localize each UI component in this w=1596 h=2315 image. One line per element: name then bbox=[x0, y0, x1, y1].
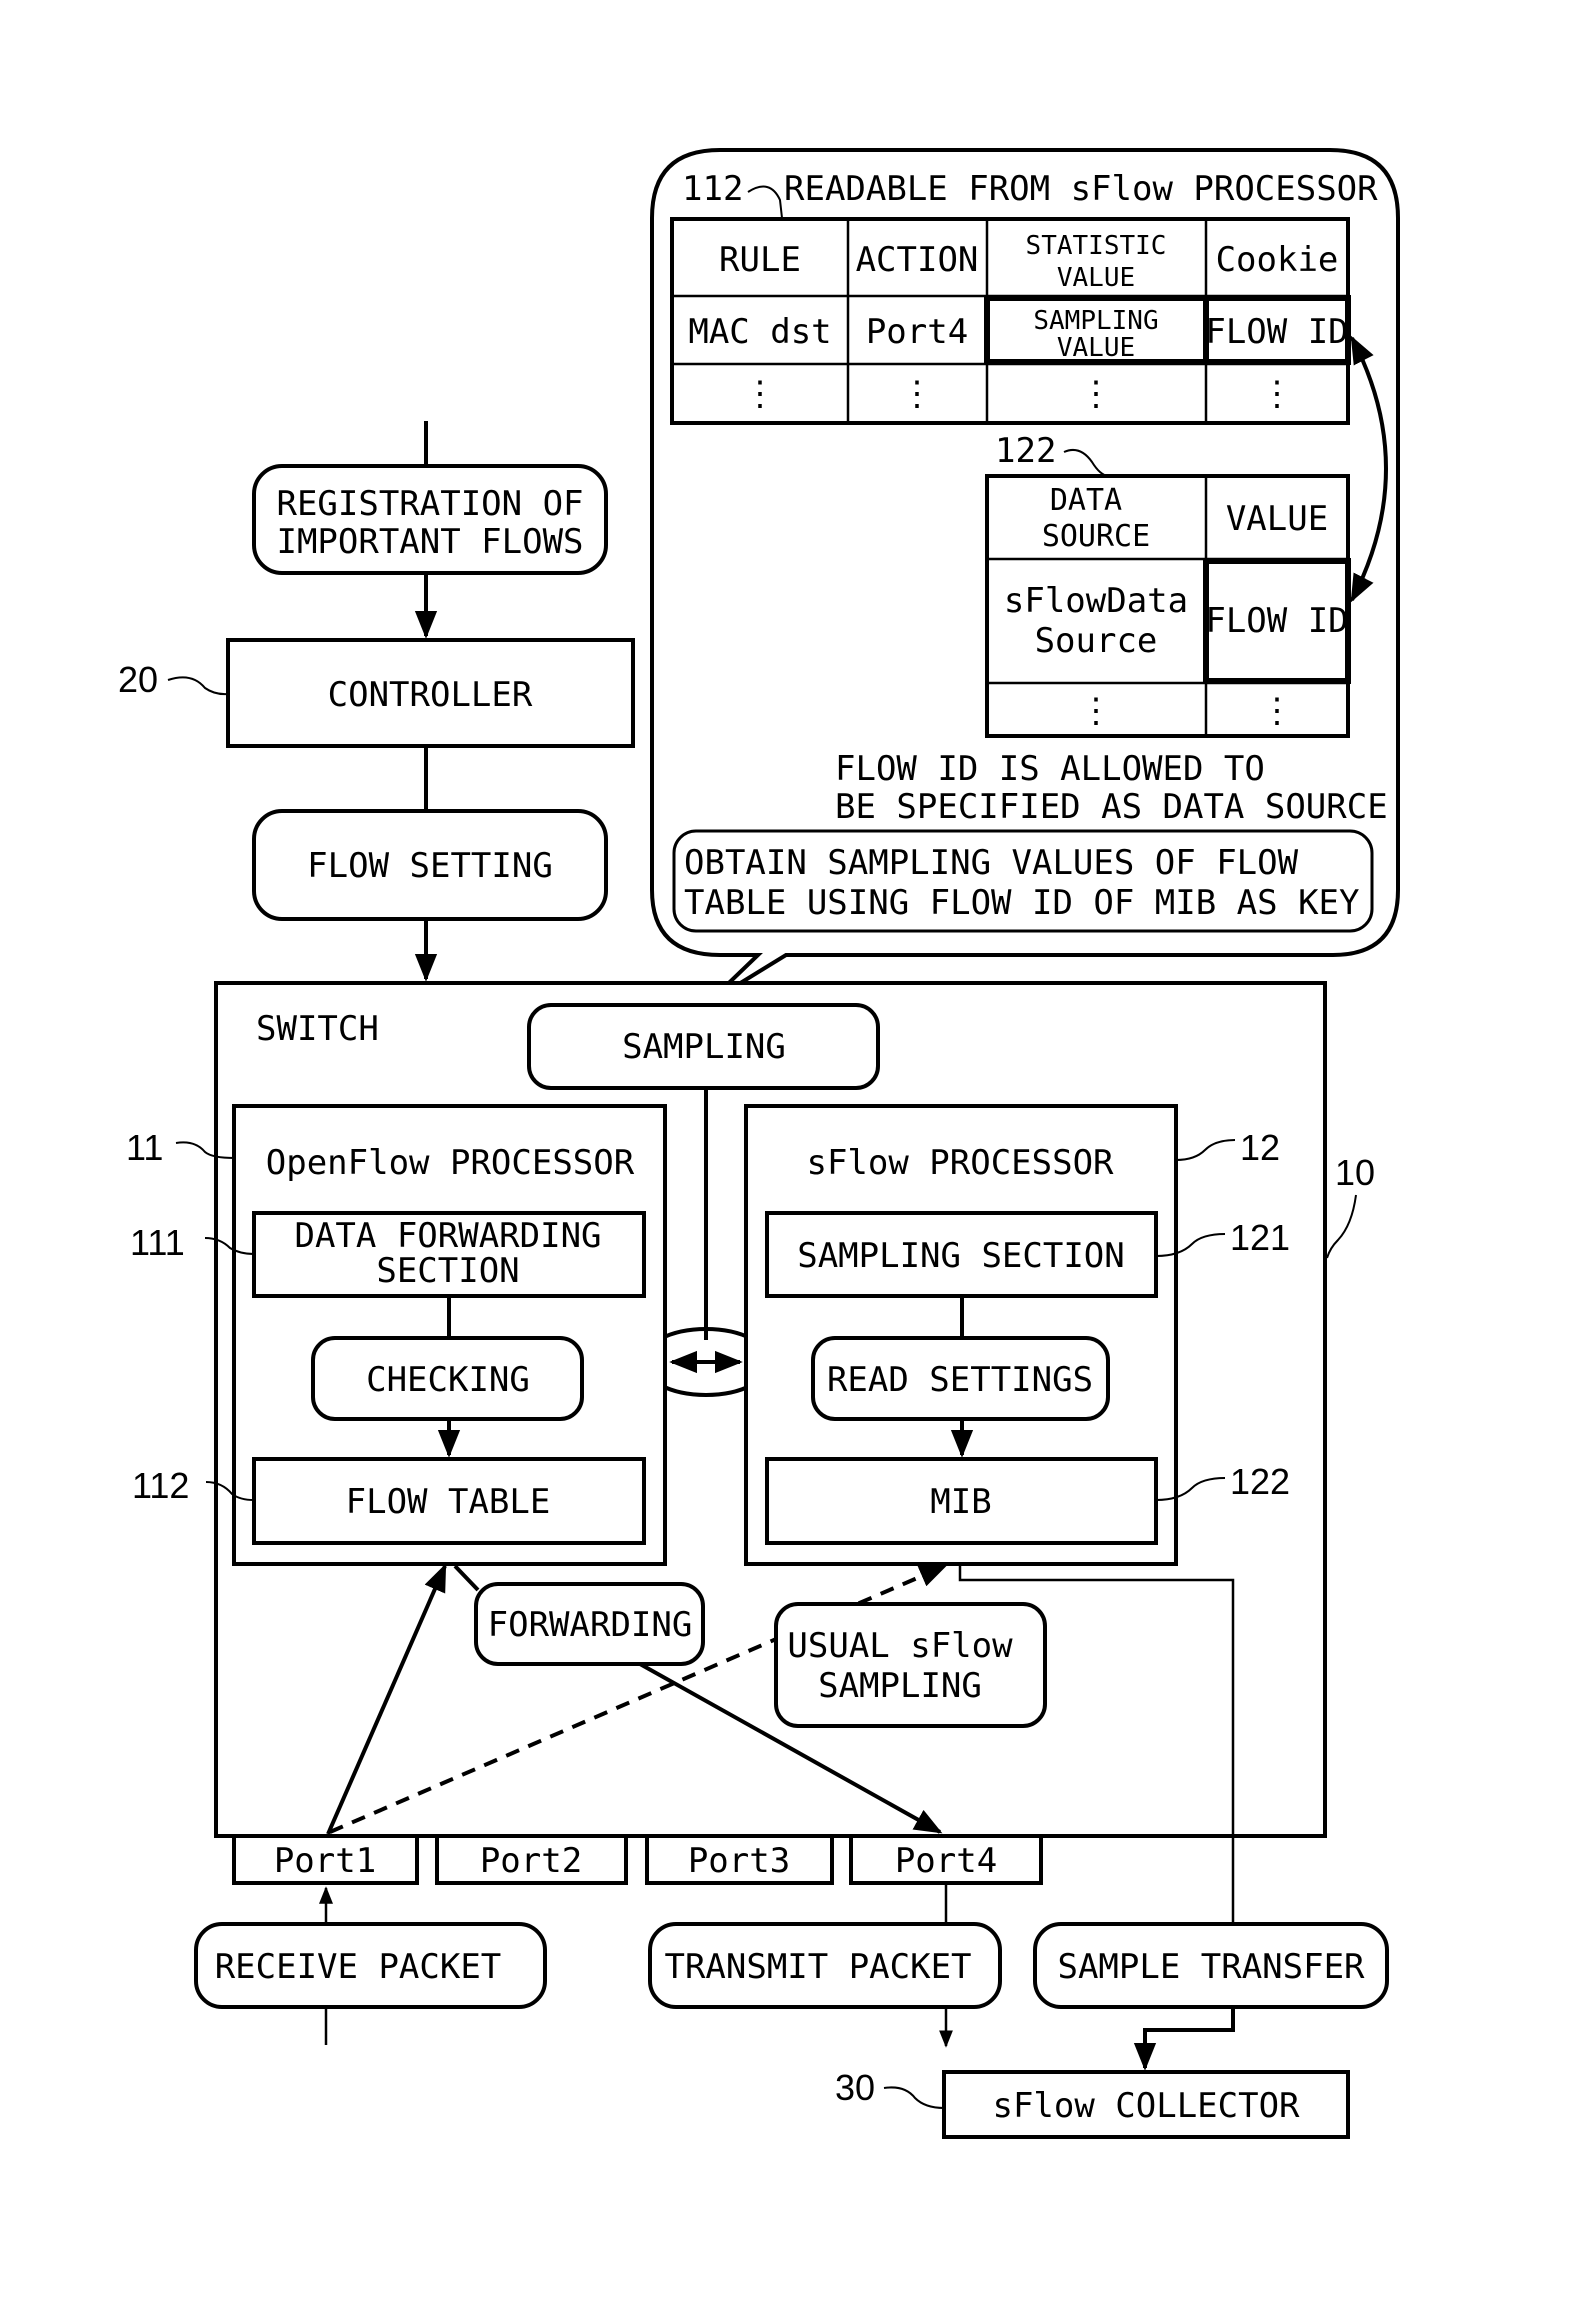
obtain-line-1: OBTAIN SAMPLING VALUES OF FLOW bbox=[684, 843, 1299, 883]
switch: SWITCH 10 SAMPLING 11 OpenFlow PROCESSOR… bbox=[126, 981, 1375, 1924]
ref-30: 30 bbox=[835, 2067, 875, 2108]
ref-11: 11 bbox=[126, 1127, 163, 1168]
port4-label: Port4 bbox=[895, 1841, 997, 1881]
cell-port4: Port4 bbox=[866, 312, 968, 352]
switch-label: SWITCH bbox=[256, 1009, 379, 1049]
cell-flow-id: FLOW ID bbox=[1205, 312, 1348, 352]
ellipsis: ⋮ bbox=[900, 374, 934, 414]
sample-transfer-to-collector-arrow bbox=[1133, 2007, 1235, 2071]
usual-sflow-line-2: SAMPLING bbox=[818, 1666, 982, 1706]
sample-transfer-label: SAMPLE TRANSFER bbox=[1057, 1947, 1365, 1987]
port2-label: Port2 bbox=[480, 1841, 582, 1881]
cell-mib-flow-id: FLOW ID bbox=[1205, 601, 1348, 641]
leader-122-bubble bbox=[1063, 449, 1109, 477]
obtain-line-2: TABLE USING FLOW ID OF MIB AS KEY bbox=[684, 883, 1360, 923]
ellipsis: ⋮ bbox=[743, 374, 777, 414]
ref-122-bubble: 122 bbox=[995, 431, 1056, 471]
cell-sampling: SAMPLING bbox=[1033, 306, 1158, 336]
cell-sampling-value: VALUE bbox=[1057, 333, 1135, 363]
transmit-packet-label: TRANSMIT PACKET bbox=[664, 1947, 971, 1987]
data-forwarding-line-1: DATA FORWARDING bbox=[294, 1216, 601, 1256]
leader-30 bbox=[883, 2086, 945, 2109]
header-statistic: STATISTIC bbox=[1026, 231, 1167, 261]
leader-10 bbox=[1326, 1194, 1357, 1259]
controller-label: CONTROLLER bbox=[328, 675, 533, 715]
cell-source: Source bbox=[1035, 621, 1158, 661]
checking-label: CHECKING bbox=[366, 1360, 530, 1400]
leader-112-bubble bbox=[747, 185, 783, 219]
port3-label: Port3 bbox=[688, 1841, 790, 1881]
sflow-label: sFlow PROCESSOR bbox=[806, 1143, 1114, 1183]
ellipsis: ⋮ bbox=[1260, 374, 1294, 414]
ellipsis: ⋮ bbox=[1079, 691, 1113, 731]
flow-table-detail: RULE ACTION STATISTIC VALUE Cookie MAC d… bbox=[670, 217, 1351, 425]
flow-table-label: FLOW TABLE bbox=[346, 1482, 551, 1522]
data-forwarding-line-2: SECTION bbox=[376, 1251, 519, 1291]
usual-sflow-line-1: USUAL sFlow bbox=[787, 1626, 1013, 1666]
forwarding-label: FORWARDING bbox=[488, 1605, 693, 1645]
ref-112: 112 bbox=[132, 1465, 189, 1506]
ref-12: 12 bbox=[1240, 1127, 1280, 1168]
openflow-label: OpenFlow PROCESSOR bbox=[266, 1143, 635, 1183]
ref-122: 122 bbox=[1230, 1461, 1290, 1502]
header-source: SOURCE bbox=[1042, 519, 1150, 554]
header-action: ACTION bbox=[856, 240, 979, 280]
cell-mac-dst: MAC dst bbox=[688, 312, 831, 352]
header-rule: RULE bbox=[719, 240, 801, 280]
note-line-1: FLOW ID IS ALLOWED TO bbox=[835, 749, 1265, 789]
header-cookie: Cookie bbox=[1216, 240, 1339, 280]
ellipsis: ⋮ bbox=[1079, 374, 1113, 414]
ref-111: 111 bbox=[130, 1222, 185, 1263]
port1-label: Port1 bbox=[274, 1841, 376, 1881]
ports: Port1 Port2 Port3 Port4 bbox=[232, 1834, 1043, 1885]
header-statistic-value: VALUE bbox=[1057, 263, 1135, 293]
header-data: DATA bbox=[1050, 483, 1122, 518]
sflow-collector-label: sFlow COLLECTOR bbox=[992, 2086, 1300, 2126]
sflow-openflow-diagram: 112 READABLE FROM sFlow PROCESSOR RULE A… bbox=[118, 148, 1400, 2139]
header-value: VALUE bbox=[1226, 499, 1328, 539]
ref-112-bubble: 112 bbox=[682, 169, 743, 209]
flow-setting-label: FLOW SETTING bbox=[307, 846, 553, 886]
registration-line-2: IMPORTANT FLOWS bbox=[276, 522, 583, 562]
readable-bubble: 112 READABLE FROM sFlow PROCESSOR RULE A… bbox=[650, 148, 1400, 1005]
ref-121: 121 bbox=[1230, 1217, 1290, 1258]
sampling-label: SAMPLING bbox=[622, 1027, 786, 1067]
bubble-title: READABLE FROM sFlow PROCESSOR bbox=[784, 169, 1378, 209]
leader-20 bbox=[167, 676, 229, 696]
ellipsis: ⋮ bbox=[1260, 691, 1294, 731]
registration-line-1: REGISTRATION OF bbox=[276, 484, 583, 524]
read-settings-label: READ SETTINGS bbox=[827, 1360, 1093, 1400]
receive-packet-label: RECEIVE PACKET bbox=[215, 1947, 502, 1987]
mib-label: MIB bbox=[930, 1482, 991, 1522]
mib-table-detail: DATA SOURCE VALUE sFlowData Source FLOW … bbox=[985, 474, 1351, 738]
ref-10: 10 bbox=[1335, 1152, 1375, 1193]
note-line-2: BE SPECIFIED AS DATA SOURCE bbox=[835, 787, 1388, 827]
flow-id-link-arrow bbox=[1350, 335, 1388, 603]
sampling-section-label: SAMPLING SECTION bbox=[797, 1236, 1125, 1276]
ref-20: 20 bbox=[118, 659, 158, 700]
cell-sflowdata: sFlowData bbox=[1004, 581, 1188, 621]
